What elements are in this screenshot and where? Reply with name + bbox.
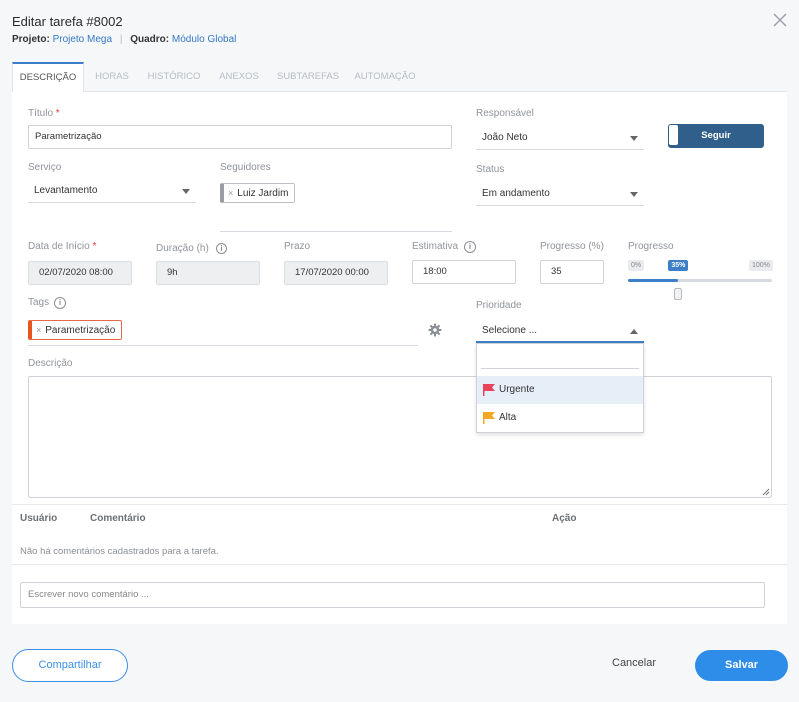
progress-label: Progresso	[628, 241, 674, 252]
responsible-select[interactable]: João Neto	[476, 126, 644, 150]
info-icon[interactable]: i	[464, 241, 476, 253]
tag-chip-label: Parametrização	[45, 325, 116, 336]
description-textarea[interactable]	[28, 376, 772, 498]
status-label: Status	[476, 164, 505, 175]
comments-empty-message: Não há comentários cadastrados para a ta…	[20, 546, 219, 557]
tab-horas[interactable]: HORAS	[86, 62, 138, 92]
save-button[interactable]: Salvar	[695, 650, 788, 681]
progress-percent-label: Progresso (%)	[540, 241, 604, 252]
info-icon[interactable]: i	[54, 297, 66, 309]
follow-label: Seguir	[701, 130, 731, 141]
service-label: Serviço	[28, 162, 62, 173]
deadline-label: Prazo	[284, 241, 311, 252]
deadline-input[interactable]: 17/07/2020 00:00	[284, 261, 388, 285]
share-button[interactable]: Compartilhar	[12, 649, 128, 682]
followers-underline	[220, 231, 452, 232]
project-label: Projeto:	[12, 34, 50, 45]
estimate-input[interactable]: 18:00	[412, 260, 516, 284]
new-comment-input[interactable]: Escrever novo comentário ...	[20, 582, 765, 608]
priority-label: Prioridade	[476, 300, 522, 311]
tags-underline	[28, 345, 418, 346]
subtitle-separator: |	[119, 34, 123, 45]
description-label: Descrição	[28, 358, 73, 369]
duration-label: Duração (h)	[156, 243, 209, 254]
modal-title: Editar tarefa #8002	[12, 14, 123, 29]
project-link[interactable]: Projeto Mega	[53, 34, 112, 45]
resize-handle-icon[interactable]	[762, 488, 770, 496]
priority-option-label: Alta	[499, 412, 517, 423]
priority-dropdown: Urgente Alta	[476, 343, 644, 433]
follow-toggle-button[interactable]: Seguir	[668, 124, 764, 148]
tab-descricao[interactable]: DESCRIÇÃO	[12, 62, 84, 92]
close-icon[interactable]	[770, 10, 790, 30]
start-date-label: Data de Início *	[28, 241, 97, 252]
flag-icon	[483, 412, 495, 424]
modal-subtitle: Projeto: Projeto Mega | Quadro: Módulo G…	[12, 34, 236, 45]
priority-option-urgente[interactable]: Urgente	[477, 376, 643, 404]
responsible-value: João Neto	[482, 132, 528, 143]
progress-slider-handle[interactable]	[674, 288, 683, 300]
col-comment: Comentário	[90, 513, 146, 524]
remove-chip-icon[interactable]: ×	[36, 325, 41, 335]
comments-divider	[12, 564, 787, 565]
priority-option-alta[interactable]: Alta	[477, 404, 643, 432]
chevron-down-icon	[630, 192, 638, 197]
remove-chip-icon[interactable]: ×	[228, 188, 233, 198]
tag-chip[interactable]: × Parametrização	[28, 320, 123, 340]
info-icon[interactable]: i	[216, 243, 227, 254]
progress-slider-track[interactable]	[628, 279, 772, 282]
flag-icon	[483, 384, 495, 396]
toggle-knob	[669, 125, 678, 145]
progress-percent-input[interactable]: 35	[540, 260, 604, 284]
col-user: Usuário	[20, 513, 58, 524]
col-action: Ação	[552, 513, 577, 524]
tab-automacao[interactable]: AUTOMAÇÃO	[352, 62, 418, 92]
status-select[interactable]: Em andamento	[476, 182, 644, 206]
status-value: Em andamento	[482, 188, 550, 199]
title-label: Título *	[28, 108, 60, 119]
service-value: Levantamento	[34, 185, 98, 196]
board-label: Quadro:	[130, 34, 170, 45]
slider-current-label: 35%	[668, 260, 689, 271]
edit-task-modal: Editar tarefa #8002 Projeto: Projeto Meg…	[0, 0, 799, 702]
description-panel: Título * Parametrização Responsável João…	[12, 92, 787, 624]
responsible-label: Responsável	[476, 108, 534, 119]
cancel-button[interactable]: Cancelar	[612, 657, 656, 669]
start-date-input[interactable]: 02/07/2020 08:00	[28, 261, 132, 285]
follower-chip-label: Luiz Jardim	[237, 188, 289, 199]
slider-max-label: 100%	[749, 260, 773, 271]
progress-slider-fill	[628, 279, 679, 282]
chevron-down-icon	[630, 136, 638, 141]
estimate-label: Estimativa	[412, 241, 459, 252]
tab-subtarefas[interactable]: SUBTAREFAS	[274, 62, 342, 92]
priority-select[interactable]: Selecione ...	[476, 319, 644, 343]
tab-anexos[interactable]: ANEXOS	[212, 62, 266, 92]
priority-search-input[interactable]	[481, 349, 639, 369]
slider-min-label: 0%	[628, 260, 645, 271]
tab-bar: DESCRIÇÃO HORAS HISTÓRICO ANEXOS SUBTARE…	[12, 62, 787, 92]
followers-label: Seguidores	[220, 162, 271, 173]
priority-option-label: Urgente	[499, 384, 535, 395]
duration-input: 9h	[156, 261, 260, 285]
chevron-up-icon	[630, 329, 638, 334]
tab-historico[interactable]: HISTÓRICO	[142, 62, 206, 92]
gear-icon[interactable]	[428, 323, 442, 337]
comments-table-header: Usuário Comentário Ação	[12, 504, 787, 532]
service-select[interactable]: Levantamento	[28, 179, 196, 203]
priority-value: Selecione ...	[482, 325, 538, 336]
follower-chip[interactable]: × Luiz Jardim	[220, 183, 296, 203]
board-link[interactable]: Módulo Global	[172, 34, 236, 45]
tags-label: Tags	[28, 297, 50, 308]
title-input[interactable]: Parametrização	[28, 125, 452, 149]
chevron-down-icon	[182, 189, 190, 194]
